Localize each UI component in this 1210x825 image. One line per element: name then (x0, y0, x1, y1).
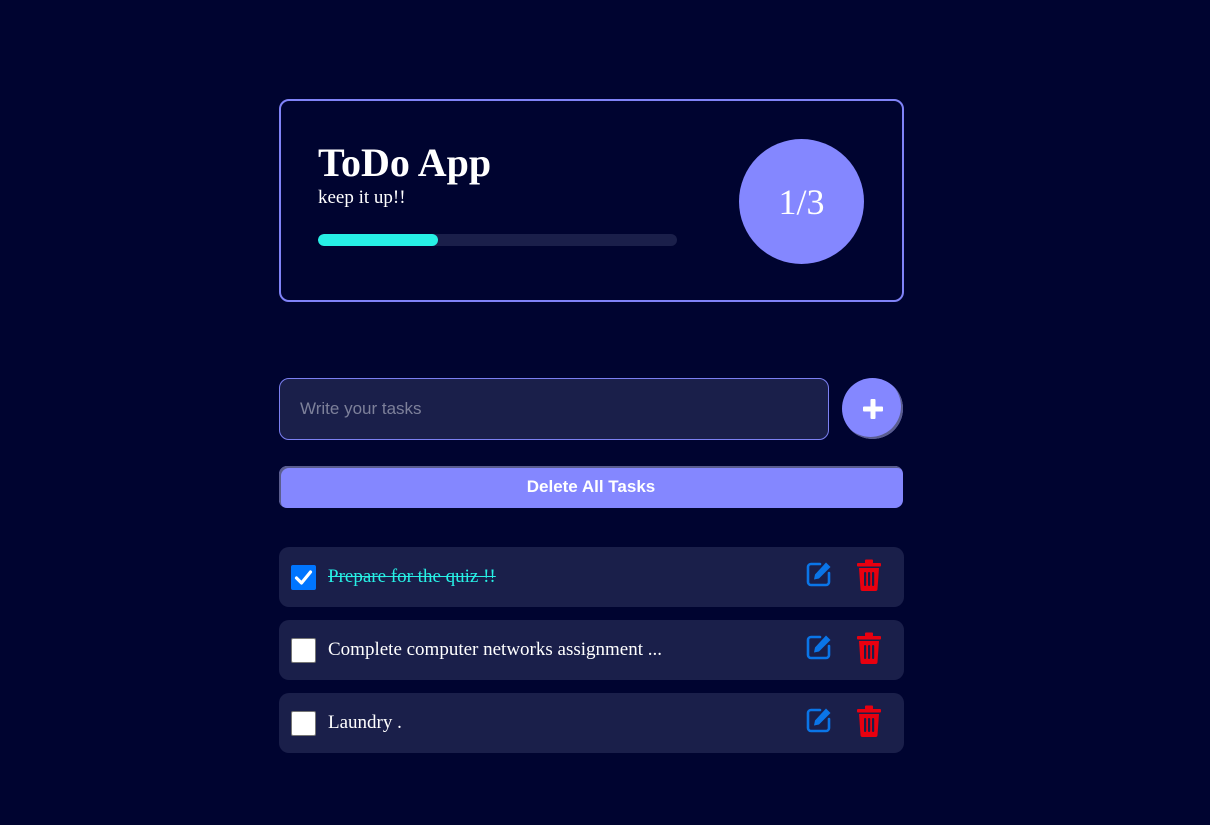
task-checkbox[interactable] (291, 711, 316, 736)
task-input[interactable] (279, 378, 829, 440)
task-text: Laundry . (328, 712, 402, 733)
app-title: ToDo App (318, 140, 492, 185)
edit-icon[interactable] (805, 560, 833, 588)
delete-all-button[interactable]: Delete All Tasks (279, 466, 903, 508)
app-subtitle: keep it up!! (318, 187, 406, 208)
task-counter: 1/3 (739, 139, 864, 264)
task-item: Prepare for the quiz !! (279, 547, 904, 607)
progress-fill (318, 234, 438, 246)
task-checkbox[interactable] (291, 638, 316, 663)
plus-icon (862, 398, 883, 419)
edit-icon[interactable] (805, 706, 833, 734)
task-list: Prepare for the quiz !! Complete compute… (279, 547, 904, 766)
task-text: Complete computer networks assignment ..… (328, 639, 663, 660)
progress-bar (318, 234, 677, 246)
trash-icon[interactable] (856, 705, 882, 737)
trash-icon[interactable] (856, 632, 882, 664)
edit-icon[interactable] (805, 633, 833, 661)
todo-app: ToDo App keep it up!! 1/3 Delete All Tas… (0, 0, 1210, 825)
trash-icon[interactable] (856, 559, 882, 591)
task-item: Laundry . (279, 693, 904, 753)
add-task-button[interactable] (842, 378, 903, 439)
task-checkbox[interactable] (291, 565, 316, 590)
task-text: Prepare for the quiz !! (328, 566, 496, 587)
stats-card: ToDo App keep it up!! 1/3 (279, 99, 904, 302)
task-item: Complete computer networks assignment ..… (279, 620, 904, 680)
checkmark-icon (294, 570, 313, 585)
